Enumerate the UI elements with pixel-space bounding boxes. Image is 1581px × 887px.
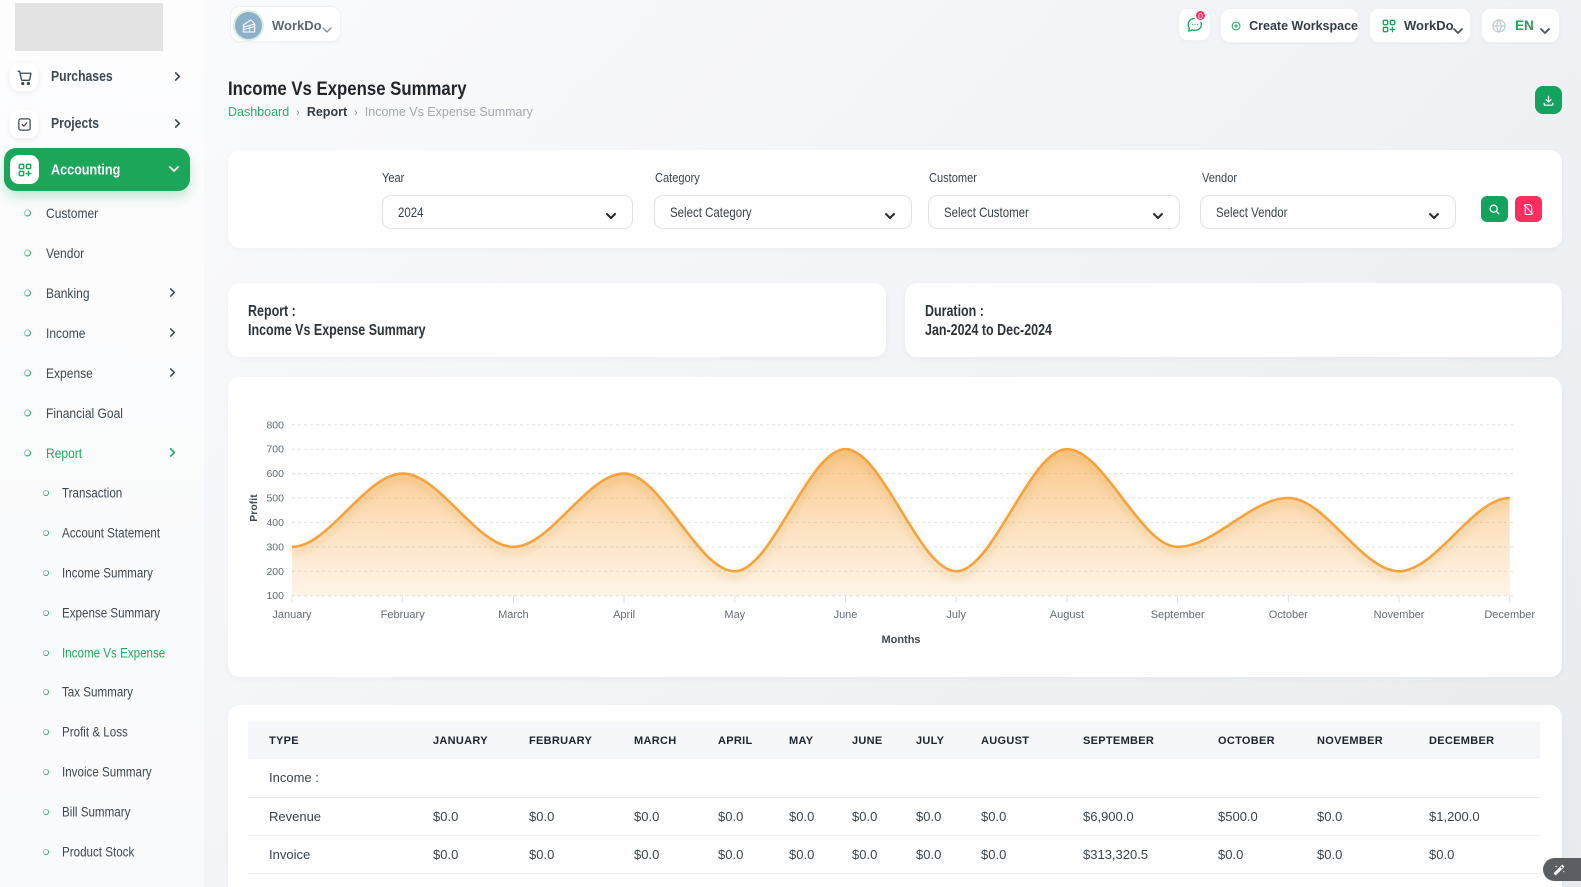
svg-text:200: 200 [266, 566, 284, 578]
svg-text:January: January [272, 609, 312, 621]
svg-text:June: June [834, 609, 858, 621]
svg-text:March: March [498, 609, 529, 621]
svg-text:Profit: Profit [248, 494, 260, 522]
svg-text:August: August [1050, 609, 1084, 621]
svg-text:September: September [1151, 609, 1205, 621]
svg-text:July: July [946, 609, 966, 621]
svg-text:Months: Months [881, 634, 920, 646]
svg-text:800: 800 [266, 419, 284, 431]
svg-text:April: April [613, 609, 635, 621]
svg-text:600: 600 [266, 468, 284, 480]
svg-text:October: October [1269, 609, 1308, 621]
svg-text:300: 300 [266, 541, 284, 553]
svg-text:November: November [1374, 609, 1425, 621]
svg-text:500: 500 [266, 493, 284, 505]
svg-text:100: 100 [266, 590, 284, 602]
svg-text:400: 400 [266, 517, 284, 529]
svg-text:May: May [724, 609, 745, 621]
svg-text:700: 700 [266, 444, 284, 456]
svg-text:February: February [381, 609, 426, 621]
svg-text:December: December [1484, 609, 1535, 621]
